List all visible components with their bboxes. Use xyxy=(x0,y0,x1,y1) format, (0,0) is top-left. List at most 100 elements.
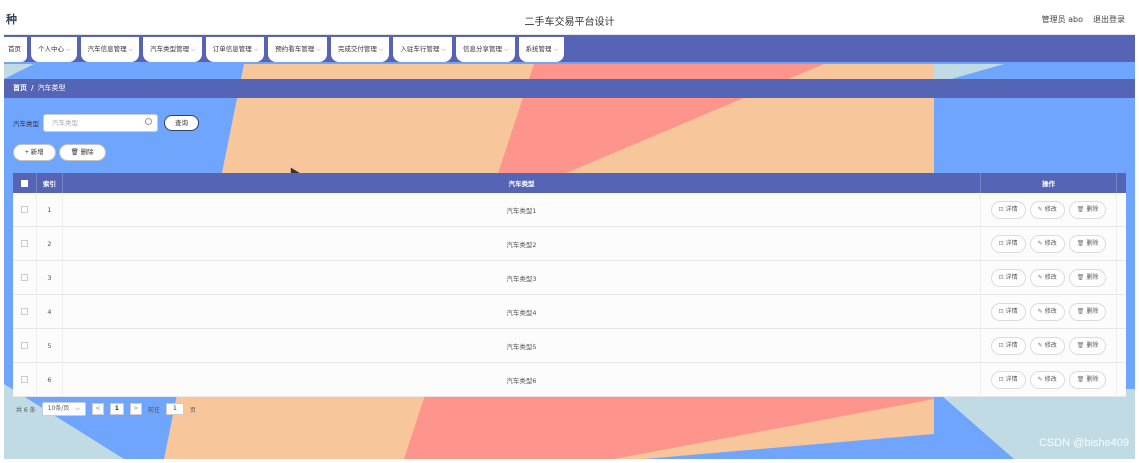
search-input[interactable]: 汽车类型 xyxy=(43,114,158,132)
edit-icon: ✎ xyxy=(1037,239,1043,247)
table-row: 5 汽车类型5 ⊡ 详情 ✎ 修改 🗑 删除 xyxy=(13,329,1126,363)
edit-button[interactable]: ✎ 修改 xyxy=(1029,268,1065,287)
top-header: 种 二手车交易平台设计 管理员 abo 退出登录 xyxy=(4,4,1135,35)
edit-icon: ✎ xyxy=(1037,273,1043,281)
nav-item-orders[interactable]: 订单信息管理 ⌵ xyxy=(205,37,265,62)
checkbox-icon xyxy=(21,179,28,187)
nav-item-info-share[interactable]: 信息分享管理 ⌵ xyxy=(455,37,515,62)
row-ops: ⊡ 详情 ✎ 修改 🗑 删除 xyxy=(981,295,1117,328)
current-page[interactable]: 1 xyxy=(109,403,124,415)
row-select[interactable] xyxy=(13,329,37,362)
nav-item-car-info[interactable]: 汽车信息管理 ⌵ xyxy=(80,37,140,62)
detail-button[interactable]: ⊡ 详情 xyxy=(990,200,1026,219)
detail-button[interactable]: ⊡ 详情 xyxy=(990,302,1026,321)
trash-icon: 🗑 xyxy=(1076,205,1085,213)
site-title: 二手车交易平台设计 xyxy=(524,17,615,28)
edit-button[interactable]: ✎ 修改 xyxy=(1029,336,1065,355)
row-select[interactable] xyxy=(13,261,37,294)
checkbox-icon xyxy=(21,308,28,315)
edit-button[interactable]: ✎ 修改 xyxy=(1029,234,1065,253)
search-bar: 汽车类型 汽车类型 查询 xyxy=(13,114,199,132)
detail-icon: ⊡ xyxy=(998,205,1004,213)
row-select[interactable] xyxy=(13,193,37,226)
detail-button[interactable]: ⊡ 详情 xyxy=(990,234,1026,253)
breadcrumb-current: 汽车类型 xyxy=(37,84,66,92)
delete-button[interactable]: 🗑 删除 xyxy=(1068,268,1107,287)
row-select[interactable] xyxy=(13,363,37,396)
query-button[interactable]: 查询 xyxy=(164,115,199,131)
edit-icon: ✎ xyxy=(1037,307,1043,315)
chevron-down-icon: ⌵ xyxy=(316,46,321,53)
logout-link[interactable]: 退出登录 xyxy=(1093,14,1125,25)
checkbox-icon xyxy=(21,342,28,349)
nav-item-personal-center[interactable]: 个人中心 ⌵ xyxy=(31,37,77,62)
checkbox-icon xyxy=(21,206,28,213)
nav-item-car-type[interactable]: 汽车类型管理 ⌵ xyxy=(143,37,202,62)
delete-button[interactable]: 🗑 删除 xyxy=(1068,336,1107,355)
nav-item-system[interactable]: 系统管理 ⌵ xyxy=(518,37,565,62)
breadcrumb-separator: / xyxy=(31,84,34,92)
prev-page-button[interactable]: < xyxy=(91,403,104,415)
detail-icon: ⊡ xyxy=(998,375,1004,383)
row-select[interactable] xyxy=(13,295,37,328)
chevron-down-icon: ⌵ xyxy=(128,46,134,53)
breadcrumb-home[interactable]: 首页 xyxy=(13,84,27,92)
chevron-down-icon: ⌵ xyxy=(75,405,80,412)
nav-item-home[interactable]: 首页 xyxy=(4,37,27,62)
row-car-type: 汽车类型6 xyxy=(63,363,981,396)
chevron-down-icon: ⌵ xyxy=(503,46,509,53)
table-row: 6 汽车类型6 ⊡ 详情 ✎ 修改 🗑 删除 xyxy=(13,363,1126,397)
row-select[interactable] xyxy=(13,227,37,260)
table-row: 4 汽车类型4 ⊡ 详情 ✎ 修改 🗑 删除 xyxy=(13,295,1126,329)
car-type-table: 索引 汽车类型 操作 1 汽车类型1 ⊡ 详情 ✎ 修改 🗑 删除 2 汽车类型2 ⊡… xyxy=(13,173,1126,397)
header-index: 索引 xyxy=(37,173,63,193)
trash-icon: 🗑 xyxy=(1076,273,1085,281)
goto-page-input[interactable]: 1 xyxy=(165,403,184,415)
checkbox-icon xyxy=(21,376,28,383)
detail-icon: ⊡ xyxy=(998,341,1004,349)
row-car-type: 汽车类型3 xyxy=(63,261,981,294)
detail-button[interactable]: ⊡ 详情 xyxy=(990,370,1026,389)
delete-button[interactable]: 🗑 删除 xyxy=(1068,200,1107,219)
page-size-select[interactable]: 10条/页 ⌵ xyxy=(41,402,86,416)
header-ops: 操作 xyxy=(981,173,1117,193)
table-header: 索引 汽车类型 操作 xyxy=(13,173,1126,193)
row-car-type: 汽车类型1 xyxy=(63,193,981,226)
edit-icon: ✎ xyxy=(1037,205,1043,213)
checkbox-icon xyxy=(21,240,28,247)
nav-item-appointments[interactable]: 预约看车管理 ⌵ xyxy=(268,37,327,62)
search-label: 汽车类型 xyxy=(13,120,39,128)
header-select-all[interactable] xyxy=(13,173,37,193)
table-row: 1 汽车类型1 ⊡ 详情 ✎ 修改 🗑 删除 xyxy=(13,193,1126,227)
row-index: 4 xyxy=(37,295,63,328)
detail-icon: ⊡ xyxy=(998,273,1004,281)
row-index: 2 xyxy=(37,227,63,260)
row-ops: ⊡ 详情 ✎ 修改 🗑 删除 xyxy=(981,261,1117,294)
goto-label: 前往 xyxy=(147,406,160,414)
edit-button[interactable]: ✎ 修改 xyxy=(1029,302,1065,321)
trash-icon: 🗑 xyxy=(1076,341,1085,349)
nav-item-delivery[interactable]: 完成交付管理 ⌵ xyxy=(330,37,390,62)
row-car-type: 汽车类型5 xyxy=(63,329,981,362)
delete-button[interactable]: 🗑 删除 xyxy=(1068,370,1107,389)
search-icon xyxy=(145,118,152,125)
trash-icon: 🗑 xyxy=(1076,375,1085,383)
detail-button[interactable]: ⊡ 详情 xyxy=(990,268,1026,287)
delete-button[interactable]: 🗑 删除 xyxy=(1068,302,1107,321)
chevron-down-icon: ⌵ xyxy=(441,46,446,53)
edit-icon: ✎ xyxy=(1037,375,1043,383)
detail-button[interactable]: ⊡ 详情 xyxy=(990,336,1026,355)
nav-item-dealers[interactable]: 入驻车行管理 ⌵ xyxy=(393,37,452,62)
edit-button[interactable]: ✎ 修改 xyxy=(1029,200,1065,219)
chevron-down-icon: ⌵ xyxy=(553,46,559,53)
bulk-delete-button[interactable]: 🗑 删除 xyxy=(58,144,106,161)
delete-button[interactable]: 🗑 删除 xyxy=(1068,234,1107,253)
add-button[interactable]: + 新增 xyxy=(13,144,56,161)
pagination: 共 6 条 10条/页 ⌵ < 1 > 前往 1 页 xyxy=(16,402,196,416)
checkbox-icon xyxy=(21,274,28,281)
next-page-button[interactable]: > xyxy=(129,403,142,415)
detail-icon: ⊡ xyxy=(998,307,1004,315)
edit-button[interactable]: ✎ 修改 xyxy=(1029,370,1065,389)
page-suffix: 页 xyxy=(189,406,196,414)
row-index: 6 xyxy=(37,363,63,396)
